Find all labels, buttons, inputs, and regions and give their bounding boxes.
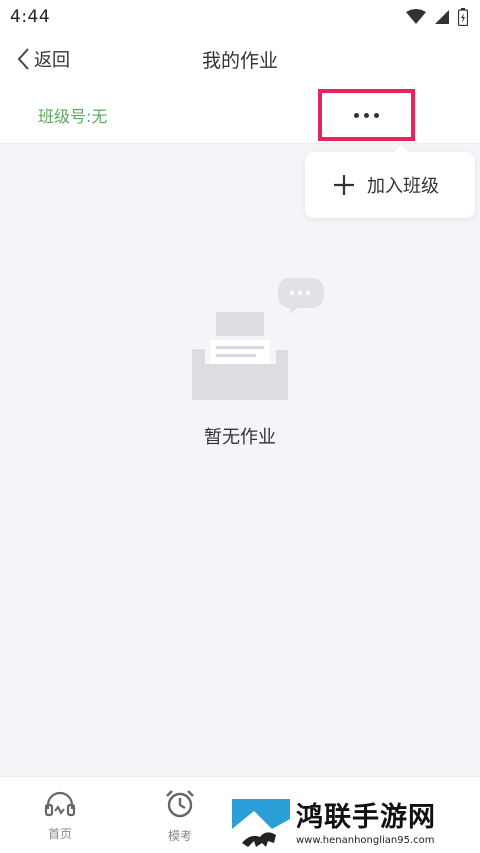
watermark-url: www.henanhonglian95.com bbox=[296, 834, 435, 846]
headphones-icon bbox=[44, 791, 76, 817]
tab-home[interactable]: 首页 bbox=[30, 789, 90, 842]
site-logo-icon bbox=[232, 798, 290, 851]
battery-icon bbox=[458, 8, 468, 26]
signal-icon bbox=[435, 10, 449, 24]
join-class-menu-item[interactable]: 加入班级 bbox=[305, 152, 475, 218]
more-options-button[interactable] bbox=[318, 89, 415, 141]
alarm-clock-icon bbox=[166, 790, 194, 818]
site-watermark: 鸿联手游网 www.henanhonglian95.com bbox=[232, 796, 480, 853]
class-info-bar: 班级号:无 bbox=[0, 84, 480, 144]
watermark-title: 鸿联手游网 bbox=[296, 801, 436, 833]
tab-mock-exam-label: 模考 bbox=[167, 829, 192, 843]
status-icons bbox=[406, 8, 468, 26]
empty-state-message: 暂无作业 bbox=[204, 427, 276, 448]
tab-mock-exam[interactable]: 模考 bbox=[150, 789, 210, 844]
page-title: 我的作业 bbox=[201, 50, 278, 72]
plus-icon bbox=[334, 175, 354, 195]
tab-home-label: 首页 bbox=[47, 827, 72, 841]
join-class-label: 加入班级 bbox=[367, 176, 439, 197]
popup-menu: 加入班级 bbox=[305, 145, 475, 218]
class-number: 班级号:无 bbox=[38, 107, 108, 126]
more-dots-icon bbox=[354, 112, 379, 118]
empty-inbox-icon bbox=[192, 278, 324, 400]
nav-bar: 返回 我的作业 bbox=[0, 34, 480, 84]
wifi-icon bbox=[406, 9, 426, 24]
status-bar: 4:44 bbox=[0, 0, 480, 34]
status-time: 4:44 bbox=[10, 7, 51, 27]
